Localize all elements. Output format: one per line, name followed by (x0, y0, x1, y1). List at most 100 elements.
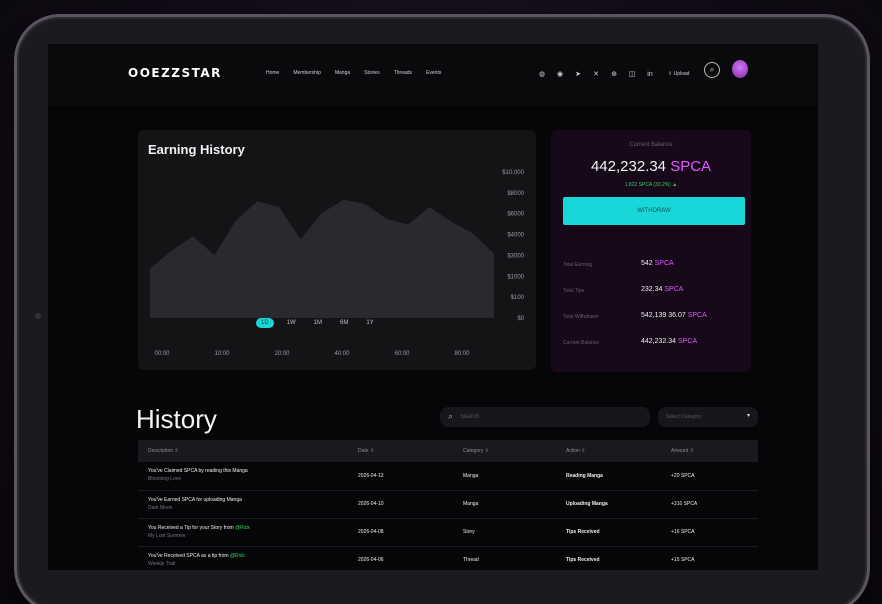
cell-description: You've Earned SPCA for uploading Manga D… (138, 490, 348, 519)
description-text: You've Received SPCA as a tip from @Rick (148, 552, 245, 559)
balance-card: Current Balance 442,232.34 SPCA 1,822 SP… (551, 130, 751, 372)
cell-amount: +310 SPCA (661, 490, 758, 519)
cell-date: 2026-04-10 (348, 490, 453, 519)
x-tick-label: 80:00 (454, 351, 470, 357)
y-tick-label: $6000 (507, 212, 524, 218)
stat-label: Total Earning (563, 262, 593, 268)
sort-icon: ⇳ (581, 448, 586, 454)
y-tick-label: $100 (511, 295, 525, 301)
description-text: You Received a Tip for your Story from @… (148, 524, 250, 531)
x-tick-label: 00:00 (154, 351, 170, 357)
table-row[interactable]: You've Earned SPCA for uploading Manga D… (138, 490, 758, 519)
avatar[interactable] (732, 60, 748, 78)
range-tab-1m[interactable]: 1M (309, 318, 327, 328)
stat-value: 542,139 36.07 SPCA (641, 312, 707, 319)
stat-row: Total Earning 542 SPCA (563, 260, 745, 272)
column-header-category[interactable]: Category ⇳ (453, 440, 556, 462)
cell-category: Manga (453, 490, 556, 519)
stat-unit: SPCA (687, 312, 707, 319)
sort-icon: ⇳ (174, 448, 179, 454)
nav-threads[interactable]: Threads (394, 70, 412, 76)
column-header-date[interactable]: Date ⇳ (348, 440, 453, 462)
withdraw-button[interactable]: WITHDRAW (563, 197, 745, 225)
stat-label: Total Withdrawn (563, 314, 599, 320)
stat-unit: SPCA (654, 260, 674, 267)
balance-change: 1,822 SPCA (33.2%) ▲ (551, 182, 751, 188)
cell-category: Story (453, 518, 556, 547)
history-table: Description ⇳ Date ⇳ Category ⇳ Action ⇳… (138, 440, 758, 570)
nav-membership[interactable]: Membership (293, 70, 321, 76)
column-header-description[interactable]: Description ⇳ (138, 440, 348, 462)
stat-value: 542 SPCA (641, 260, 674, 267)
y-tick-label: $0 (517, 316, 524, 322)
discord-icon[interactable]: ◍ (538, 70, 546, 78)
reddit-icon[interactable]: ◉ (556, 70, 564, 78)
logo[interactable]: OOEZZSTAR (128, 66, 222, 80)
search-input[interactable] (460, 411, 640, 423)
cell-description: You Received a Tip for your Story from @… (138, 518, 348, 547)
linkedin-icon[interactable]: in (646, 71, 654, 78)
nav-stories[interactable]: Stories (364, 70, 380, 76)
main-nav: Home Membership Manga Stories Threads Ev… (266, 70, 441, 76)
cell-category: Manga (453, 462, 556, 491)
table-row[interactable]: You've Claimed SPCA by reading this Mang… (138, 462, 758, 491)
cell-action: Uploading Manga (556, 490, 661, 519)
table-row[interactable]: You Received a Tip for your Story from @… (138, 518, 758, 547)
stat-label: Total Tips (563, 288, 585, 294)
x-icon[interactable]: ✕ (592, 70, 600, 78)
range-tabs: 1D 1W 1M 6M 1Y (256, 318, 379, 328)
sort-icon: ⇳ (689, 448, 694, 454)
stat-row: Total Withdrawn 542,139 36.07 SPCA (563, 312, 745, 324)
balance-unit: SPCA (670, 158, 712, 175)
sort-icon: ⇳ (369, 448, 375, 454)
search-icon[interactable]: ⌕ (704, 62, 720, 78)
telegram-icon[interactable]: ➤ (574, 70, 582, 78)
x-tick-label: 10:00 (214, 351, 230, 357)
range-tab-1d[interactable]: 1D (256, 318, 274, 328)
table-row[interactable]: You've Received SPCA as a tip from @Rick… (138, 546, 758, 570)
earning-history-card: Earning History $0 $100 $1000 $3000 $4000 $60… (138, 130, 536, 370)
y-tick-label: $4000 (507, 233, 524, 239)
range-tab-6m[interactable]: 6M (335, 318, 353, 328)
nav-home[interactable]: Home (266, 70, 279, 76)
y-tick-label: $3000 (507, 253, 524, 259)
description-subtitle: Blooming Love (148, 476, 182, 483)
sort-icon: ⇳ (484, 448, 489, 454)
cell-action: Tips Received (556, 518, 661, 547)
description-text: You've Earned SPCA for uploading Manga (148, 496, 242, 503)
top-navbar: OOEZZSTAR Home Membership Manga Stories … (48, 44, 818, 106)
y-tick-label: $10,000 (502, 170, 524, 176)
balance-amount-value: 442,232.34 (590, 158, 667, 175)
column-header-amount[interactable]: Amount ⇳ (661, 440, 758, 462)
balance-amount: 442,232.34 SPCA (551, 158, 751, 175)
instagram-icon[interactable]: ◫ (628, 70, 636, 78)
stat-value: 232.34 SPCA (641, 286, 683, 293)
search-icon: ⌕ (448, 411, 454, 421)
cell-description: You've Received SPCA as a tip from @Rick… (138, 546, 348, 570)
upload-button[interactable]: ⇪ Upload (668, 71, 689, 77)
description-text: You've Claimed SPCA by reading this Mang… (148, 468, 248, 475)
description-subtitle: Weekly Trail (148, 560, 176, 567)
range-tab-1y[interactable]: 1Y (361, 318, 378, 328)
stat-number: 542 (641, 260, 653, 267)
earning-chart: $0 $100 $1000 $3000 $4000 $6000 $8000 $10,000 00… (150, 170, 525, 357)
camera (35, 313, 41, 319)
stat-number: 442,232.34 (641, 338, 677, 345)
cell-date: 2026-04-12 (348, 462, 453, 491)
globe-icon[interactable]: ⊕ (610, 70, 618, 78)
stat-unit: SPCA (664, 286, 684, 293)
range-tab-1w[interactable]: 1W (282, 318, 301, 328)
cell-date: 2026-04-08 (348, 518, 453, 547)
category-select[interactable]: Select Category ▾ (658, 407, 758, 427)
stat-row: Total Tips 232.34 SPCA (563, 286, 745, 298)
x-tick-label: 40:00 (334, 351, 350, 357)
column-header-action[interactable]: Action ⇳ (556, 440, 661, 462)
cell-amount: +16 SPCA (661, 518, 758, 547)
cell-description: You've Claimed SPCA by reading this Mang… (138, 462, 348, 491)
category-select-placeholder: Select Category (666, 414, 702, 420)
stat-unit: SPCA (678, 338, 698, 345)
x-tick-label: 20:00 (274, 351, 290, 357)
nav-events[interactable]: Events (426, 70, 441, 76)
stat-row: Current Balance 442,232.34 SPCA (563, 338, 745, 350)
nav-manga[interactable]: Manga (335, 70, 350, 76)
